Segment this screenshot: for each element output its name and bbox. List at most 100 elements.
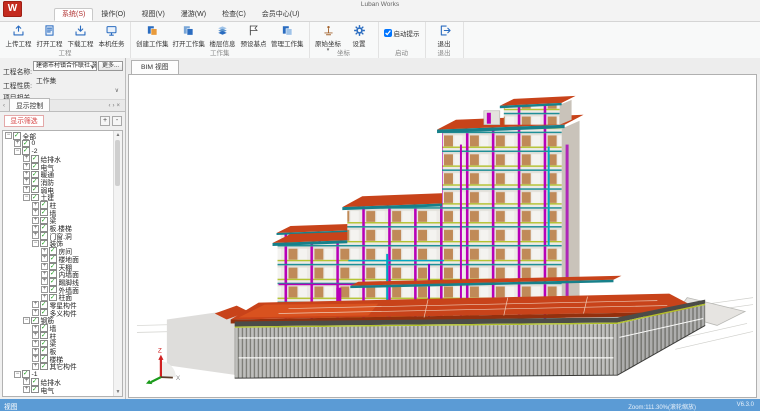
tree-item[interactable]: +✓0: [4, 140, 113, 148]
checkbox-checked-icon[interactable]: ✓: [31, 317, 39, 325]
checkbox-checked-icon[interactable]: ✓: [22, 370, 30, 378]
expand-all-button[interactable]: +: [100, 116, 110, 126]
checkbox-checked-icon[interactable]: ✓: [22, 140, 30, 148]
scroll-up-icon[interactable]: ▲: [114, 131, 122, 139]
tree-item[interactable]: +✓墙: [4, 209, 113, 217]
checkbox-checked-icon[interactable]: ✓: [31, 155, 39, 163]
checkbox-checked-icon[interactable]: ✓: [40, 355, 48, 363]
scrollbar-thumb[interactable]: [115, 140, 120, 186]
checkbox-checked-icon[interactable]: ✓: [40, 347, 48, 355]
tree-item[interactable]: +✓给排水: [4, 155, 113, 163]
tree-item[interactable]: +✓多义构件: [4, 309, 113, 317]
tree-item[interactable]: +✓给排水: [4, 378, 113, 386]
plus-expander-icon[interactable]: +: [23, 171, 30, 178]
checkbox-checked-icon[interactable]: ✓: [49, 270, 57, 278]
tree-item[interactable]: +✓暖通: [4, 170, 113, 178]
plus-expander-icon[interactable]: +: [32, 325, 39, 332]
minus-expander-icon[interactable]: −: [23, 317, 30, 324]
checkbox-checked-icon[interactable]: ✓: [40, 332, 48, 340]
tree-item[interactable]: −✓土建: [4, 194, 113, 202]
menu-tab[interactable]: 检查(C): [214, 8, 254, 21]
plus-expander-icon[interactable]: +: [32, 232, 39, 239]
plus-expander-icon[interactable]: +: [23, 386, 30, 393]
floors-button[interactable]: 楼层信息: [207, 23, 238, 49]
tree-item[interactable]: +✓弱电: [4, 186, 113, 194]
gear-button[interactable]: 设置: [344, 23, 375, 49]
checkbox-checked-icon[interactable]: ✓: [40, 209, 48, 217]
plus-expander-icon[interactable]: +: [32, 209, 39, 216]
plus-expander-icon[interactable]: +: [23, 163, 30, 170]
plus-expander-icon[interactable]: +: [23, 378, 30, 385]
checkbox-checked-icon[interactable]: ✓: [31, 378, 39, 386]
minus-expander-icon[interactable]: −: [32, 240, 39, 247]
plus-expander-icon[interactable]: +: [41, 278, 48, 285]
minus-expander-icon[interactable]: −: [14, 371, 21, 378]
plus-expander-icon[interactable]: +: [14, 140, 21, 147]
plus-expander-icon[interactable]: +: [23, 186, 30, 193]
checkbox-checked-icon[interactable]: ✓: [40, 324, 48, 332]
minus-expander-icon[interactable]: −: [14, 148, 21, 155]
tree-item[interactable]: +✓消防: [4, 178, 113, 186]
checkbox-checked-icon[interactable]: ✓: [31, 186, 39, 194]
startup-tip-checkbox[interactable]: 启动提示: [384, 28, 420, 38]
checkbox-checked-icon[interactable]: ✓: [31, 171, 39, 179]
checkbox-checked-icon[interactable]: ✓: [13, 132, 21, 140]
plus-expander-icon[interactable]: +: [32, 348, 39, 355]
checkbox-checked-icon[interactable]: ✓: [40, 201, 48, 209]
minus-expander-icon[interactable]: −: [5, 132, 12, 139]
workset-manage-button[interactable]: 管理工作集: [269, 23, 306, 49]
plus-expander-icon[interactable]: +: [32, 309, 39, 316]
flag-button[interactable]: 预设基点: [238, 23, 269, 49]
plus-expander-icon[interactable]: +: [32, 225, 39, 232]
menu-tab[interactable]: 漫游(W): [173, 8, 214, 21]
tree-scrollbar[interactable]: ▲ ▼: [113, 131, 122, 396]
monitor-button[interactable]: 本机任务: [96, 23, 127, 49]
bim-3d-viewport[interactable]: Z X: [128, 74, 757, 398]
workset-create-button[interactable]: 创建工作集: [134, 23, 171, 49]
checkbox-checked-icon[interactable]: ✓: [40, 224, 48, 232]
tree-item[interactable]: −✓全部: [4, 132, 113, 140]
chevron-down-icon[interactable]: ∨: [115, 87, 119, 94]
workset-open-button[interactable]: 打开工作集: [171, 23, 208, 49]
plus-expander-icon[interactable]: +: [23, 155, 30, 162]
tree-item[interactable]: +✓其它构件: [4, 363, 113, 371]
upload-button[interactable]: 上传工程: [3, 23, 34, 49]
plus-expander-icon[interactable]: +: [41, 263, 48, 270]
plus-expander-icon[interactable]: +: [41, 248, 48, 255]
collapse-all-button[interactable]: -: [112, 116, 122, 126]
scroll-left-icon[interactable]: ‹: [3, 103, 5, 109]
tab-display-control[interactable]: 显示控制: [9, 98, 50, 111]
scroll-down-icon[interactable]: ▼: [114, 388, 122, 396]
checkbox-checked-icon[interactable]: ✓: [49, 255, 57, 263]
menu-tab[interactable]: 视图(V): [133, 8, 172, 21]
checkbox-checked-icon[interactable]: ✓: [40, 232, 48, 240]
checkbox-checked-icon[interactable]: ✓: [40, 340, 48, 348]
checkbox-checked-icon[interactable]: ✓: [40, 301, 48, 309]
plus-expander-icon[interactable]: +: [32, 301, 39, 308]
checkbox-checked-icon[interactable]: ✓: [49, 263, 57, 271]
checkbox-checked-icon[interactable]: ✓: [31, 386, 39, 394]
plus-expander-icon[interactable]: +: [41, 271, 48, 278]
checkbox-checked-icon[interactable]: ✓: [31, 194, 39, 202]
checkbox-checked-icon[interactable]: ✓: [49, 278, 57, 286]
plus-expander-icon[interactable]: +: [23, 178, 30, 185]
plus-expander-icon[interactable]: +: [41, 286, 48, 293]
checkbox-checked-icon[interactable]: ✓: [31, 163, 39, 171]
tab-bim-view[interactable]: BIM 视图: [131, 60, 179, 74]
plus-expander-icon[interactable]: +: [32, 202, 39, 209]
plus-expander-icon[interactable]: +: [41, 294, 48, 301]
startup-tip-input[interactable]: [384, 29, 392, 37]
minus-expander-icon[interactable]: −: [23, 194, 30, 201]
checkbox-checked-icon[interactable]: ✓: [40, 363, 48, 371]
tree-item[interactable]: +✓柱: [4, 332, 113, 340]
plus-expander-icon[interactable]: +: [32, 363, 39, 370]
checkbox-checked-icon[interactable]: ✓: [49, 286, 57, 294]
plus-expander-icon[interactable]: +: [32, 332, 39, 339]
checkbox-checked-icon[interactable]: ✓: [40, 240, 48, 248]
project-related-row[interactable]: 项目相关 ∨: [3, 87, 121, 97]
plus-expander-icon[interactable]: +: [32, 355, 39, 362]
tree-item[interactable]: +✓墙: [4, 324, 113, 332]
download-button[interactable]: 下载工程: [65, 23, 96, 49]
checkbox-checked-icon[interactable]: ✓: [31, 178, 39, 186]
menu-tab[interactable]: 会员中心(U): [254, 8, 308, 21]
